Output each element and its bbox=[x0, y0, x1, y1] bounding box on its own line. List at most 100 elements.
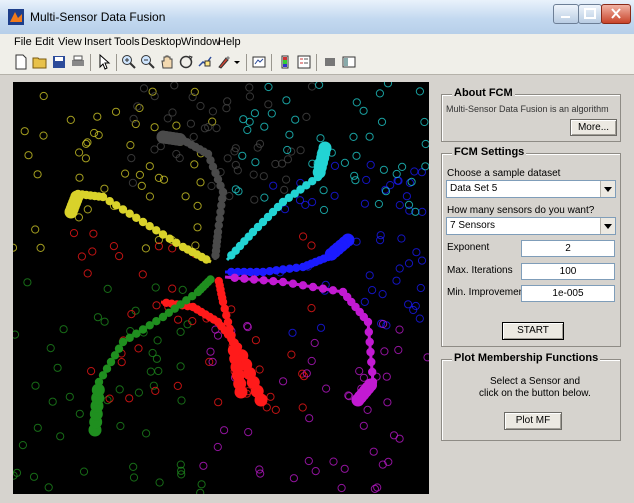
minimize-button[interactable] bbox=[553, 4, 579, 24]
data-point bbox=[378, 290, 387, 299]
menu-insert[interactable]: Insert bbox=[84, 36, 112, 48]
data-point bbox=[289, 474, 298, 483]
data-point bbox=[365, 132, 374, 141]
min-improvement-field[interactable]: 1e-005 bbox=[521, 285, 615, 302]
chevron-down-icon[interactable] bbox=[600, 218, 615, 234]
data-point bbox=[418, 207, 427, 216]
new-figure-icon[interactable] bbox=[13, 54, 29, 70]
title-bar[interactable]: Multi-Sensor Data Fusion bbox=[0, 0, 634, 35]
data-point bbox=[223, 154, 232, 163]
data-point bbox=[53, 363, 62, 372]
data-point bbox=[223, 97, 232, 106]
max-iterations-field[interactable]: 100 bbox=[521, 263, 615, 280]
data-point bbox=[189, 132, 198, 142]
dataset-select[interactable]: Data Set 5 bbox=[446, 180, 616, 198]
figure-toolbar bbox=[0, 50, 634, 75]
menu-desktop[interactable]: Desktop bbox=[141, 36, 181, 48]
data-point bbox=[116, 421, 125, 431]
centroid-marker bbox=[202, 255, 211, 264]
brush-icon[interactable] bbox=[216, 54, 232, 70]
show-plot-tools-icon[interactable] bbox=[341, 54, 357, 70]
data-point bbox=[360, 297, 369, 306]
data-point bbox=[280, 205, 290, 214]
data-point bbox=[392, 276, 401, 285]
data-cursor-icon[interactable] bbox=[197, 54, 213, 70]
data-point bbox=[46, 344, 55, 353]
data-point bbox=[366, 160, 375, 170]
rotate-3d-icon[interactable] bbox=[178, 54, 194, 70]
data-point bbox=[125, 394, 134, 403]
sensors-select[interactable]: 7 Sensors bbox=[446, 217, 616, 235]
close-button[interactable] bbox=[601, 4, 631, 24]
data-point bbox=[75, 173, 84, 182]
data-point bbox=[296, 146, 305, 155]
menu-tools[interactable]: Tools bbox=[114, 36, 140, 48]
data-point bbox=[33, 423, 42, 432]
data-point bbox=[156, 142, 165, 151]
data-point bbox=[56, 432, 65, 441]
insert-colorbar-icon[interactable] bbox=[277, 54, 293, 70]
insert-legend-icon[interactable] bbox=[296, 54, 312, 70]
pointer-icon[interactable] bbox=[96, 54, 112, 70]
data-point bbox=[380, 347, 389, 356]
fcm-cluster-plot[interactable] bbox=[13, 82, 429, 494]
save-icon[interactable] bbox=[51, 54, 67, 70]
more-button[interactable]: More... bbox=[570, 119, 617, 136]
data-point bbox=[193, 223, 202, 232]
data-point bbox=[316, 134, 325, 143]
start-button[interactable]: START bbox=[502, 322, 564, 340]
menu-window[interactable]: Window bbox=[181, 36, 220, 48]
data-point bbox=[307, 304, 316, 313]
print-icon[interactable] bbox=[70, 54, 86, 70]
data-point bbox=[351, 176, 360, 185]
data-point bbox=[249, 170, 258, 179]
centroid-marker bbox=[214, 277, 223, 286]
data-point bbox=[115, 252, 124, 261]
centroid-marker bbox=[366, 347, 375, 357]
menu-file[interactable]: File bbox=[14, 36, 32, 48]
centroid-marker bbox=[269, 277, 278, 286]
link-plot-icon[interactable] bbox=[251, 54, 267, 70]
data-point bbox=[174, 315, 183, 324]
data-point bbox=[370, 484, 379, 493]
data-point bbox=[260, 193, 269, 202]
pan-hand-icon[interactable] bbox=[159, 54, 175, 70]
menu-edit[interactable]: Edit bbox=[35, 36, 54, 48]
data-point bbox=[33, 170, 42, 179]
data-point bbox=[245, 83, 254, 92]
data-point bbox=[267, 109, 276, 118]
brush-dropdown-icon[interactable] bbox=[233, 54, 241, 70]
clustering-plot-axes[interactable] bbox=[13, 82, 429, 494]
data-point bbox=[133, 102, 142, 111]
sensors-label: How many sensors do you want? bbox=[447, 205, 595, 216]
centroid-marker bbox=[206, 275, 215, 284]
menu-help[interactable]: Help bbox=[218, 36, 241, 48]
plot-mf-panel: Plot Membership Functions Select a Senso… bbox=[441, 352, 621, 441]
data-point bbox=[141, 244, 150, 253]
hide-plot-tools-icon[interactable] bbox=[322, 54, 338, 70]
data-point bbox=[243, 125, 252, 135]
exponent-field[interactable]: 2 bbox=[521, 240, 615, 257]
plot-mf-button[interactable]: Plot MF bbox=[504, 412, 562, 430]
menu-view[interactable]: View bbox=[58, 36, 82, 48]
data-point bbox=[18, 441, 27, 450]
maximize-button[interactable] bbox=[578, 4, 602, 24]
data-point bbox=[89, 229, 98, 238]
data-point bbox=[251, 158, 260, 167]
data-point bbox=[172, 121, 181, 130]
zoom-in-icon[interactable] bbox=[121, 54, 137, 70]
data-point bbox=[355, 367, 364, 376]
max-iterations-label: Max. Iterations bbox=[447, 265, 513, 276]
zoom-out-icon[interactable] bbox=[140, 54, 156, 70]
data-point bbox=[283, 145, 292, 155]
open-file-icon[interactable] bbox=[32, 54, 48, 70]
chevron-down-icon[interactable] bbox=[600, 181, 615, 197]
data-point bbox=[168, 284, 177, 293]
window-title: Multi-Sensor Data Fusion bbox=[30, 10, 166, 24]
data-point bbox=[307, 82, 317, 91]
data-point bbox=[377, 117, 387, 127]
data-point bbox=[153, 336, 162, 345]
data-point bbox=[149, 381, 158, 390]
data-point bbox=[134, 388, 144, 397]
close-icon bbox=[611, 8, 621, 19]
